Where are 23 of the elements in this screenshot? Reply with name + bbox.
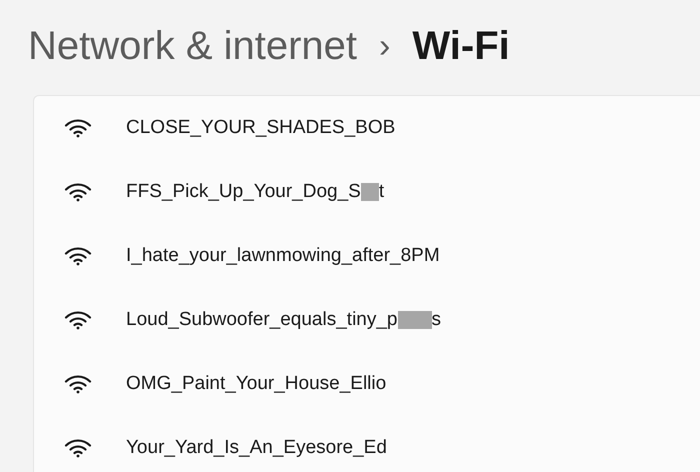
breadcrumb-parent[interactable]: Network & internet <box>28 26 358 66</box>
network-name: OMG_Paint_Your_House_Ellio <box>126 372 386 396</box>
network-item[interactable]: CLOSE_YOUR_SHADES_BOB <box>34 96 700 160</box>
network-item[interactable]: Loud_Subwoofer_equals_tiny_p s <box>34 288 700 352</box>
network-item[interactable]: FFS_Pick_Up_Your_Dog_S t <box>34 160 700 224</box>
network-name: FFS_Pick_Up_Your_Dog_S t <box>126 180 384 204</box>
network-item[interactable]: OMG_Paint_Your_House_Ellio <box>34 352 700 416</box>
redaction-block <box>360 183 379 201</box>
page-title: Wi-Fi <box>412 26 510 66</box>
wifi-icon <box>64 246 92 266</box>
wifi-icon <box>64 310 92 330</box>
wifi-icon <box>64 438 92 458</box>
network-name: Loud_Subwoofer_equals_tiny_p s <box>126 308 441 332</box>
network-item[interactable]: I_hate_your_lawnmowing_after_8PM <box>34 224 700 288</box>
wifi-icon <box>64 182 92 202</box>
redaction-block <box>398 311 432 329</box>
network-name: Your_Yard_Is_An_Eyesore_Ed <box>126 436 387 460</box>
chevron-separator: › <box>379 28 390 62</box>
network-name: CLOSE_YOUR_SHADES_BOB <box>126 116 396 140</box>
network-name: I_hate_your_lawnmowing_after_8PM <box>126 244 440 268</box>
network-item[interactable]: Your_Yard_Is_An_Eyesore_Ed <box>34 416 700 472</box>
wifi-icon <box>64 118 92 138</box>
wifi-icon <box>64 374 92 394</box>
